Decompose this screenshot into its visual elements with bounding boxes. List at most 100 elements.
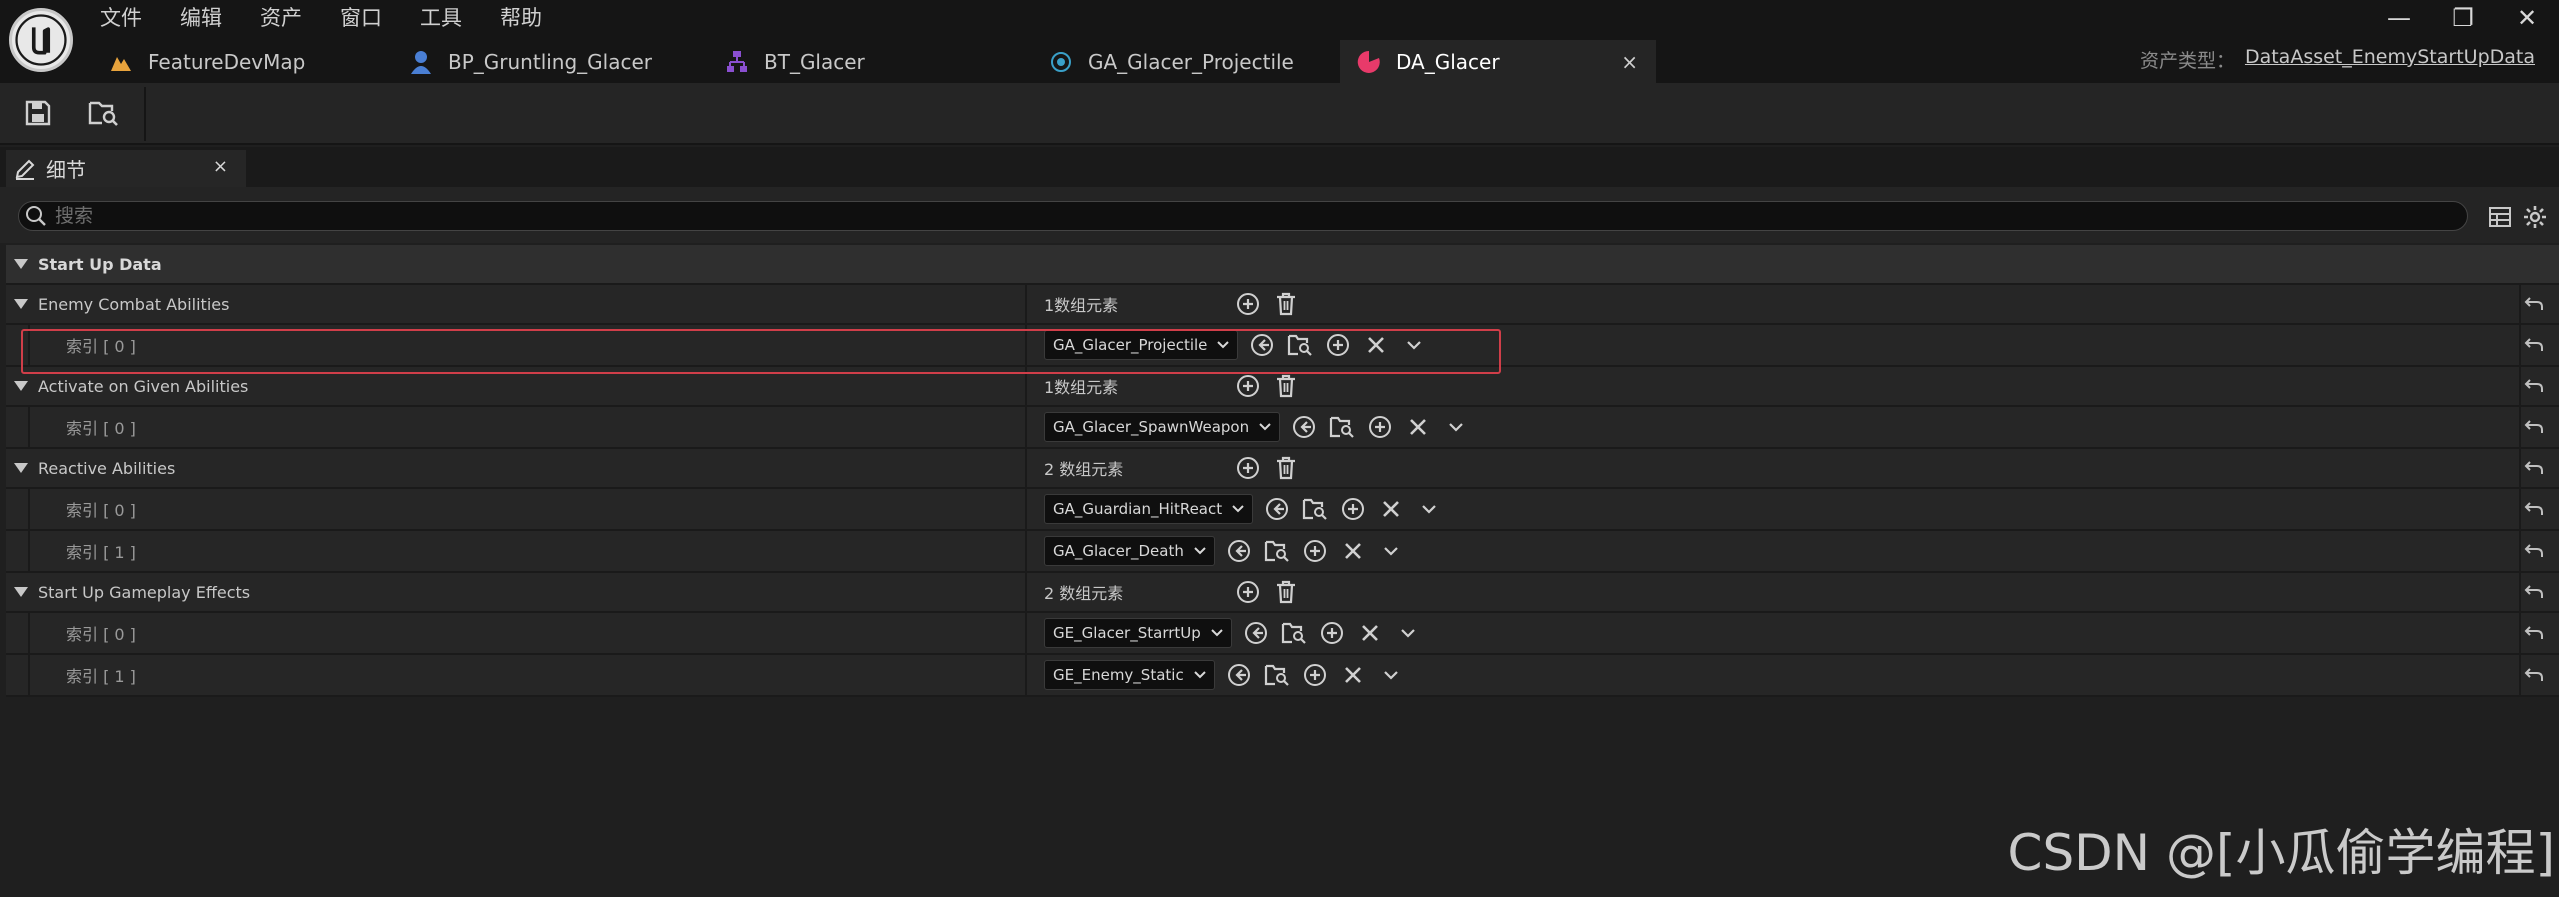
use-selected-icon[interactable] (1290, 413, 1318, 441)
add-element-button[interactable] (1339, 495, 1367, 523)
browse-folder-icon[interactable] (1301, 495, 1329, 523)
tab-close-icon[interactable]: × (1621, 50, 1638, 74)
search-box[interactable] (18, 201, 2468, 231)
menu-window[interactable]: 窗口 (340, 2, 382, 32)
tab-featuredevmap[interactable]: FeatureDevMap (92, 40, 392, 83)
search-input[interactable] (55, 205, 2355, 227)
column-splitter[interactable] (1025, 449, 1027, 487)
reset-to-default-icon[interactable] (2519, 613, 2549, 653)
asset-type-link[interactable]: DataAsset_EnemyStartUpData (2245, 46, 2535, 73)
use-selected-icon[interactable] (1225, 661, 1253, 689)
column-splitter[interactable] (1025, 407, 1027, 447)
browse-folder-icon[interactable] (1328, 413, 1356, 441)
property-matrix-button[interactable] (2487, 204, 2513, 230)
use-selected-icon[interactable] (1242, 619, 1270, 647)
reset-to-default-icon[interactable] (2519, 531, 2549, 571)
column-splitter[interactable] (1025, 655, 1027, 695)
settings-button[interactable] (2522, 204, 2548, 230)
trash-icon[interactable] (1272, 454, 1300, 482)
add-element-button[interactable] (1234, 454, 1262, 482)
use-selected-icon[interactable] (1225, 537, 1253, 565)
asset-class-picker[interactable]: GE_Glacer_StarrtUp (1044, 618, 1232, 648)
menu-tools[interactable]: 工具 (420, 2, 462, 32)
tab-bt-glacer[interactable]: BT_Glacer (708, 40, 1032, 83)
expand-arrow-icon[interactable] (14, 297, 28, 311)
add-element-button[interactable] (1234, 578, 1262, 606)
add-element-button[interactable] (1234, 372, 1262, 400)
reset-to-default-icon[interactable] (2519, 573, 2549, 611)
trash-icon[interactable] (1272, 290, 1300, 318)
blueprint-pawn-icon (408, 49, 434, 75)
browse-folder-icon[interactable] (1263, 661, 1291, 689)
tab-ga-glacer-projectile[interactable]: GA_Glacer_Projectile (1032, 40, 1340, 83)
asset-class-picker[interactable]: GA_Glacer_Projectile (1044, 330, 1239, 360)
reset-to-default-icon[interactable] (2519, 367, 2549, 405)
title-bar: 文件 编辑 资产 窗口 工具 帮助 — ❐ ✕ FeatureDevMap BP… (0, 0, 2559, 83)
expand-arrow-icon[interactable] (14, 585, 28, 599)
reset-to-default-icon[interactable] (2519, 407, 2549, 447)
chevron-down-icon[interactable] (1394, 619, 1422, 647)
column-splitter[interactable] (1025, 531, 1027, 571)
chevron-down-icon[interactable] (1415, 495, 1443, 523)
add-element-button[interactable] (1318, 619, 1346, 647)
reset-to-default-icon[interactable] (2519, 285, 2549, 323)
restore-button[interactable]: ❐ (2431, 0, 2495, 36)
trash-icon[interactable] (1272, 372, 1300, 400)
clear-icon[interactable] (1339, 537, 1367, 565)
column-splitter[interactable] (1025, 489, 1027, 529)
details-tab[interactable]: 细节 × (6, 150, 246, 187)
asset-class-picker[interactable]: GE_Enemy_Static (1044, 660, 1215, 690)
asset-class-picker[interactable]: GA_Glacer_SpawnWeapon (1044, 412, 1281, 442)
menu-file[interactable]: 文件 (100, 2, 142, 32)
asset-class-picker[interactable]: GA_Glacer_Death (1044, 536, 1215, 566)
column-splitter[interactable] (1025, 325, 1027, 365)
menu-asset[interactable]: 资产 (260, 2, 302, 32)
use-selected-icon[interactable] (1263, 495, 1291, 523)
close-window-button[interactable]: ✕ (2495, 0, 2559, 36)
clear-icon[interactable] (1339, 661, 1367, 689)
minimize-button[interactable]: — (2367, 0, 2431, 36)
add-element-button[interactable] (1324, 331, 1352, 359)
menu-help[interactable]: 帮助 (500, 2, 542, 32)
details-tab-close-icon[interactable]: × (213, 156, 228, 177)
browse-to-asset-button[interactable] (84, 95, 124, 135)
trash-icon[interactable] (1272, 578, 1300, 606)
chevron-down-icon[interactable] (1400, 331, 1428, 359)
expand-arrow-icon[interactable] (14, 461, 28, 475)
tab-bp-gruntling-glacer[interactable]: BP_Gruntling_Glacer (392, 40, 708, 83)
browse-folder-icon[interactable] (1286, 331, 1314, 359)
asset-class-picker[interactable]: GA_Guardian_HitReact (1044, 494, 1254, 524)
add-element-button[interactable] (1234, 290, 1262, 318)
chevron-down-icon[interactable] (1442, 413, 1470, 441)
add-element-button[interactable] (1301, 537, 1329, 565)
clear-icon[interactable] (1377, 495, 1405, 523)
browse-folder-icon[interactable] (1263, 537, 1291, 565)
use-selected-icon[interactable] (1248, 331, 1276, 359)
reset-to-default-icon[interactable] (2519, 325, 2549, 365)
unreal-logo[interactable] (9, 8, 73, 72)
clear-icon[interactable] (1356, 619, 1384, 647)
category-start-up-data[interactable]: Start Up Data (6, 245, 2559, 285)
tab-da-glacer[interactable]: DA_Glacer × (1340, 40, 1656, 83)
clear-icon[interactable] (1362, 331, 1390, 359)
property-value: 1数组元素 (1044, 285, 1300, 323)
folder-search-icon (88, 99, 120, 131)
save-button[interactable] (18, 95, 58, 135)
expand-arrow-icon[interactable] (14, 257, 28, 271)
column-splitter[interactable] (1025, 573, 1027, 611)
chevron-down-icon[interactable] (1377, 661, 1405, 689)
browse-folder-icon[interactable] (1280, 619, 1308, 647)
chevron-down-icon[interactable] (1377, 537, 1405, 565)
reset-to-default-icon[interactable] (2519, 655, 2549, 695)
column-splitter[interactable] (1025, 367, 1027, 405)
reset-to-default-icon[interactable] (2519, 489, 2549, 529)
clear-icon[interactable] (1404, 413, 1432, 441)
expand-arrow-icon[interactable] (14, 379, 28, 393)
add-element-button[interactable] (1301, 661, 1329, 689)
reset-to-default-icon[interactable] (2519, 449, 2549, 487)
column-splitter[interactable] (1025, 285, 1027, 323)
column-splitter[interactable] (1025, 613, 1027, 653)
add-element-button[interactable] (1366, 413, 1394, 441)
array-index-label: 索引 [ 1 ] (66, 667, 136, 686)
menu-edit[interactable]: 编辑 (180, 2, 222, 32)
